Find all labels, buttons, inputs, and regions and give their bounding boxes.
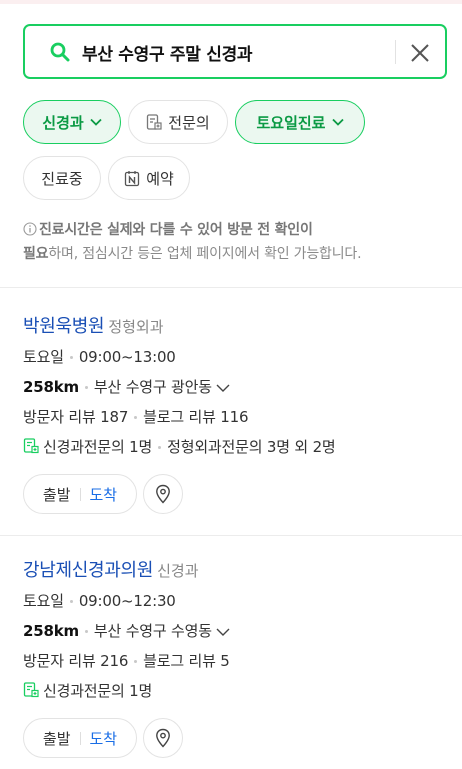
chevron-down-icon xyxy=(331,118,344,126)
search-icon xyxy=(50,42,70,62)
chevron-down-icon xyxy=(90,118,102,126)
distance: 258km xyxy=(23,378,79,396)
search-bar[interactable]: 부산 수영구 주말 신경과 xyxy=(23,24,447,79)
divider xyxy=(0,535,462,536)
chevron-down-icon[interactable] xyxy=(216,384,230,392)
address: 부산 수영구 광안동 xyxy=(93,378,212,396)
specialist-count: 신경과전문의 1명 xyxy=(43,438,153,456)
hours-notice: 진료시간은 실제와 다를 수 있어 방문 전 확인이필요하며, 점심시간 등은 … xyxy=(23,218,441,266)
specialist-count: 신경과전문의 1명 xyxy=(43,682,153,700)
result-card: 박원욱병원 정형외과 토요일 09:00~13:00 258km 부산 수영구 광안동… xyxy=(23,312,443,514)
reviews-line: 방문자 리뷰 187 블로그 리뷰 116 xyxy=(23,402,443,432)
place-name-link[interactable]: 박원욱병원 xyxy=(23,316,105,337)
notice-bold: 필요 xyxy=(23,246,49,262)
visitor-reviews[interactable]: 방문자 리뷰 187 xyxy=(23,408,128,426)
map-pin-button[interactable] xyxy=(143,474,183,514)
notice-bold: 진료시간은 실제와 다를 수 있어 방문 전 확인이 xyxy=(39,222,313,238)
blog-reviews[interactable]: 블로그 리뷰 116 xyxy=(143,408,248,426)
place-name-link[interactable]: 강남제신경과의원 xyxy=(23,560,153,581)
specialist-doc-icon xyxy=(147,113,162,130)
search-divider xyxy=(395,40,396,64)
location-line[interactable]: 258km 부산 수영구 광안동 xyxy=(23,372,443,402)
chevron-down-icon[interactable] xyxy=(216,628,230,636)
specialist-line: 신경과전문의 1명 정형외과전문의 3명 외 2명 xyxy=(23,432,443,462)
arrive-button[interactable]: 도착 xyxy=(81,728,127,749)
visitor-reviews[interactable]: 방문자 리뷰 216 xyxy=(23,652,128,670)
place-category: 신경과 xyxy=(157,562,199,580)
filter-chip-label: 진료중 xyxy=(41,169,83,188)
depart-button[interactable]: 출발 xyxy=(34,484,80,505)
result-title-row: 강남제신경과의원 신경과 xyxy=(23,556,443,582)
filter-chip-specialist[interactable]: 전문의 xyxy=(128,100,228,144)
filter-chip-neurology[interactable]: 신경과 xyxy=(23,100,121,144)
place-category: 정형외과 xyxy=(108,318,164,336)
filter-chip-label: 예약 xyxy=(146,169,174,188)
arrive-button[interactable]: 도착 xyxy=(81,484,127,505)
divider xyxy=(0,287,462,288)
filter-chip-label: 전문의 xyxy=(168,113,210,132)
specialist-doc-icon xyxy=(23,438,39,454)
close-icon[interactable] xyxy=(406,39,434,67)
specialist-count: 정형외과전문의 3명 외 2명 xyxy=(167,438,336,456)
filter-chip-saturday[interactable]: 토요일진료 xyxy=(235,100,365,144)
map-pin-button[interactable] xyxy=(143,718,183,758)
blog-reviews[interactable]: 블로그 리뷰 5 xyxy=(143,652,230,670)
hours-line: 토요일 09:00~12:30 xyxy=(23,586,443,616)
info-icon xyxy=(23,222,37,236)
hours-line: 토요일 09:00~13:00 xyxy=(23,342,443,372)
filter-chip-open-now[interactable]: 진료중 xyxy=(23,156,101,200)
result-title-row: 박원욱병원 정형외과 xyxy=(23,312,443,338)
filter-chip-label: 신경과 xyxy=(42,113,84,132)
filter-chip-label: 토요일진료 xyxy=(256,113,326,132)
distance: 258km xyxy=(23,622,79,640)
specialist-doc-icon xyxy=(23,682,39,698)
route-button-group: 출발 도착 xyxy=(23,718,137,758)
notice-text: 하며, 점심시간 등은 업체 페이지에서 확인 가능합니다. xyxy=(48,246,362,262)
depart-button[interactable]: 출발 xyxy=(34,728,80,749)
open-day: 토요일 xyxy=(23,592,64,610)
specialist-line: 신경과전문의 1명 xyxy=(23,676,443,706)
map-pin-icon xyxy=(156,484,170,504)
naver-booking-icon xyxy=(125,170,140,186)
result-card: 강남제신경과의원 신경과 토요일 09:00~12:30 258km 부산 수영구 수… xyxy=(23,556,443,758)
open-hours: 09:00~12:30 xyxy=(78,592,176,610)
location-line[interactable]: 258km 부산 수영구 수영동 xyxy=(23,616,443,646)
reviews-line: 방문자 리뷰 216 블로그 리뷰 5 xyxy=(23,646,443,676)
top-strip xyxy=(0,0,462,4)
search-input[interactable]: 부산 수영구 주말 신경과 xyxy=(82,40,253,65)
route-button-group: 출발 도착 xyxy=(23,474,137,514)
open-day: 토요일 xyxy=(23,348,64,366)
open-hours: 09:00~13:00 xyxy=(78,348,176,366)
filter-chip-booking[interactable]: 예약 xyxy=(108,156,190,200)
map-pin-icon xyxy=(156,728,170,748)
address: 부산 수영구 수영동 xyxy=(93,622,212,640)
